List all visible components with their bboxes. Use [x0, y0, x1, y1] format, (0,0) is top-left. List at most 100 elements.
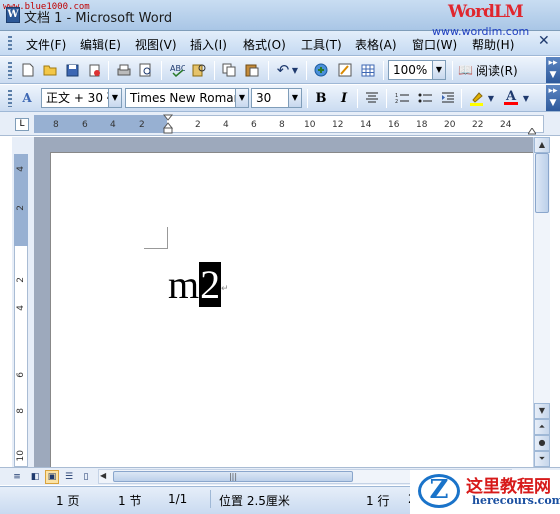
new-icon[interactable]: [19, 61, 37, 79]
ruler-tick: 24: [500, 120, 512, 130]
highlight-icon[interactable]: [467, 89, 485, 107]
font-color-dropdown-icon[interactable]: ▼: [521, 89, 531, 107]
hyperlink-icon[interactable]: [312, 61, 330, 79]
print-preview-icon[interactable]: [137, 61, 155, 79]
toolbar-options-icon[interactable]: ▸▸ ▼: [546, 57, 560, 83]
text-plain: m: [168, 262, 200, 307]
align-center-icon[interactable]: [363, 89, 381, 107]
ruler-tick: 2: [16, 277, 26, 283]
permission-icon[interactable]: [85, 61, 103, 79]
book-icon: 📖: [458, 63, 473, 77]
outline-view-icon[interactable]: ☰: [62, 470, 76, 484]
vertical-scrollbar[interactable]: ▲ ▼ ⏶ ● ⏷: [533, 137, 550, 467]
window-title: 文档 1 - Microsoft Word: [24, 11, 173, 26]
word-app-icon[interactable]: W: [6, 7, 20, 23]
font-color-icon[interactable]: A: [502, 89, 520, 107]
status-page-of: 1/1: [168, 492, 188, 506]
menu-help[interactable]: 帮助(H): [472, 36, 514, 53]
scroll-up-icon[interactable]: ▲: [534, 137, 550, 153]
menu-grip-icon[interactable]: [8, 36, 12, 51]
copy-icon[interactable]: [220, 61, 238, 79]
menu-insert[interactable]: 插入(I): [190, 36, 227, 53]
ruler-tick: 14: [360, 120, 372, 130]
indent-marker-icon[interactable]: [162, 114, 174, 134]
ruler-tick: 2: [16, 205, 26, 211]
status-section: 1 节: [118, 494, 142, 508]
bullets-icon[interactable]: [416, 89, 434, 107]
text-selection[interactable]: 2: [199, 262, 222, 307]
ruler-tick: 8: [279, 120, 285, 130]
toolbar-grip-icon[interactable]: [8, 90, 12, 107]
margin-corner-mark: [144, 227, 168, 249]
font-combo[interactable]: Times New Roman: [125, 88, 236, 108]
ruler-tick: 18: [416, 120, 428, 130]
zoom-combo[interactable]: 100%: [388, 60, 433, 80]
undo-dropdown-icon[interactable]: ▼: [290, 61, 300, 79]
style-dropdown-icon[interactable]: ▼: [108, 88, 122, 108]
formatting-toolbar: A 正文 + 30 磅 ▼ Times New Roman ▼ 30 ▼ B I…: [0, 85, 560, 112]
increase-indent-icon[interactable]: [439, 89, 457, 107]
research-icon[interactable]: [190, 61, 208, 79]
close-document-icon[interactable]: ✕: [538, 33, 550, 49]
menu-window[interactable]: 窗口(W): [412, 36, 457, 53]
normal-view-icon[interactable]: ≡: [10, 470, 24, 484]
numbering-icon[interactable]: 12: [393, 89, 411, 107]
reading-layout-button[interactable]: 📖 阅读(R): [458, 61, 518, 79]
svg-text:ABC: ABC: [170, 64, 185, 73]
menu-view[interactable]: 视图(V): [135, 36, 177, 53]
print-layout-view-icon[interactable]: ▣: [45, 470, 59, 484]
save-icon[interactable]: [63, 61, 81, 79]
watermark-site-url: herecours.com: [472, 494, 560, 507]
previous-page-icon[interactable]: ⏶: [534, 419, 550, 435]
ruler-tick: 10: [304, 120, 316, 130]
ruler-tick: 2: [195, 120, 201, 130]
font-dropdown-icon[interactable]: ▼: [235, 88, 249, 108]
tab-selector-button[interactable]: L: [15, 118, 29, 131]
ruler-tick: 16: [388, 120, 400, 130]
document-page[interactable]: [50, 152, 533, 467]
paste-icon[interactable]: [243, 61, 261, 79]
style-combo[interactable]: 正文 + 30 磅: [41, 88, 109, 108]
svg-text:2: 2: [395, 99, 398, 104]
ruler-tick: 8: [16, 408, 26, 414]
horizontal-scroll-thumb[interactable]: |||: [113, 471, 353, 482]
bold-button[interactable]: B: [312, 89, 330, 107]
select-browse-object-icon[interactable]: ●: [534, 435, 550, 451]
table-icon[interactable]: [359, 61, 377, 79]
open-icon[interactable]: [41, 61, 59, 79]
ruler-tick: 6: [251, 120, 257, 130]
scroll-down-icon[interactable]: ▼: [534, 403, 550, 419]
scroll-thumb[interactable]: [535, 153, 549, 213]
brand-url: www.wordlm.com: [432, 25, 530, 38]
size-dropdown-icon[interactable]: ▼: [288, 88, 302, 108]
italic-button[interactable]: I: [335, 89, 353, 107]
web-view-icon[interactable]: ◧: [28, 470, 42, 484]
status-page: 1 页: [56, 494, 80, 508]
toolbar-options-icon[interactable]: ▸▸ ▼: [546, 85, 560, 111]
scroll-left-icon[interactable]: ◀: [100, 471, 106, 480]
menu-edit[interactable]: 编辑(E): [80, 36, 121, 53]
spelling-icon[interactable]: ABC: [168, 61, 186, 79]
reading-view-icon[interactable]: ▯: [79, 470, 93, 484]
ruler-tick: 6: [82, 120, 88, 130]
ruler-tick: 4: [16, 305, 26, 311]
zoom-dropdown-icon[interactable]: ▼: [432, 60, 446, 80]
document-text[interactable]: m2: [168, 262, 222, 308]
menu-table[interactable]: 表格(A): [355, 36, 397, 53]
highlight-dropdown-icon[interactable]: ▼: [486, 89, 496, 107]
size-combo[interactable]: 30: [251, 88, 289, 108]
styles-pane-icon[interactable]: A: [18, 89, 36, 107]
ruler-tick: 4: [16, 166, 26, 172]
ruler-tick: 20: [444, 120, 456, 130]
reading-layout-label: 阅读(R): [475, 63, 518, 78]
right-indent-marker-icon[interactable]: [527, 125, 537, 135]
menu-tools[interactable]: 工具(T): [301, 36, 342, 53]
next-page-icon[interactable]: ⏷: [534, 451, 550, 467]
drawing-icon[interactable]: [336, 61, 354, 79]
menu-file[interactable]: 文件(F): [26, 36, 66, 53]
toolbar-grip-icon[interactable]: [8, 62, 12, 79]
ruler-tick: 2: [139, 120, 145, 130]
menu-format[interactable]: 格式(O): [243, 36, 286, 53]
print-icon[interactable]: [115, 61, 133, 79]
watermark-logo-icon: Z: [418, 474, 460, 508]
